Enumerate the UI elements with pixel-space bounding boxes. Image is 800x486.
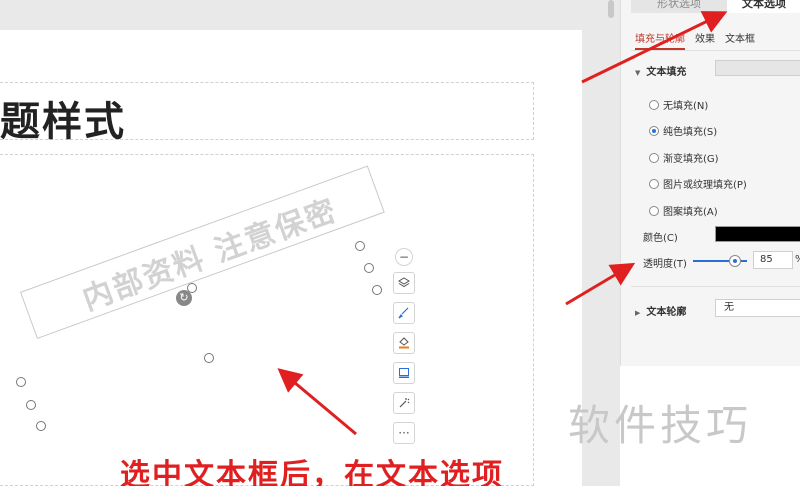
title-placeholder[interactable]: 题样式: [0, 82, 534, 145]
radio-gradient-fill[interactable]: 渐变填充(G): [649, 150, 719, 165]
subtab-fill-outline[interactable]: 填充与轮廓: [635, 30, 685, 50]
resize-handle[interactable]: [204, 353, 214, 363]
workspace: 题样式 内部资料 注意保密 ↻ − ···: [0, 0, 620, 486]
expand-triangle-icon: ▶: [635, 309, 641, 317]
collapse-triangle-icon: ▼: [635, 69, 641, 77]
divider: [631, 286, 800, 287]
magic-icon[interactable]: [393, 392, 415, 414]
percent-unit: %: [795, 254, 800, 265]
color-label: 颜色(C): [643, 233, 678, 244]
subtab-textbox[interactable]: 文本框: [725, 30, 755, 50]
radio-label: 图案填充(A): [663, 207, 718, 218]
resize-handle[interactable]: [364, 263, 374, 273]
radio-pattern-fill[interactable]: 图案填充(A): [649, 203, 718, 218]
radio-label: 无填充(N): [663, 101, 709, 112]
instruction-caption: 选中文本框后，在文本选项: [120, 458, 504, 486]
radio-solid-fill[interactable]: 纯色填充(S): [649, 123, 717, 138]
transparency-slider-thumb[interactable]: [729, 255, 741, 267]
divider: [631, 50, 800, 51]
tab-text-options[interactable]: 文本选项: [727, 0, 800, 13]
property-panel: 形状选项 文本选项 填充与轮廓 效果 文本框 ▼ 文本填充 无填充(N) 纯色填充…: [620, 0, 800, 366]
tab-shape-options[interactable]: 形状选项: [631, 0, 727, 13]
transparency-label: 透明度(T): [643, 259, 687, 270]
subtab-effect[interactable]: 效果: [695, 30, 715, 50]
radio-label: 渐变填充(G): [663, 154, 719, 165]
rotate-handle-icon[interactable]: ↻: [176, 290, 192, 306]
resize-handle[interactable]: [36, 421, 46, 431]
text-fill-section[interactable]: ▼ 文本填充: [635, 63, 686, 78]
brush-icon[interactable]: [393, 302, 415, 324]
resize-handle[interactable]: [355, 241, 365, 251]
scrollbar[interactable]: [608, 0, 614, 18]
radio-button[interactable]: [649, 205, 659, 216]
panel-tabs: 形状选项 文本选项: [621, 0, 800, 14]
color-picker[interactable]: [715, 226, 800, 242]
text-outline-section[interactable]: ▶ 文本轮廓: [635, 303, 686, 318]
corner-watermark: 软件技巧: [568, 401, 753, 450]
radio-label: 图片或纹理填充(P): [663, 180, 747, 191]
layers-icon[interactable]: [393, 272, 415, 294]
floating-toolbar: − ···: [393, 248, 415, 452]
more-icon[interactable]: ···: [393, 422, 415, 444]
radio-button[interactable]: [649, 178, 659, 189]
frame-icon[interactable]: [393, 362, 415, 384]
fill-icon[interactable]: [393, 332, 415, 354]
slide-title: 题样式: [0, 99, 126, 145]
transparency-input[interactable]: 85: [753, 251, 793, 269]
text-fill-title: 文本填充: [646, 67, 687, 78]
radio-picture-fill[interactable]: 图片或纹理填充(P): [649, 176, 747, 191]
radio-button[interactable]: [649, 152, 659, 163]
panel-subtabs: 填充与轮廓 效果 文本框: [635, 30, 755, 50]
radio-label: 纯色填充(S): [663, 127, 718, 138]
resize-handle[interactable]: [372, 285, 382, 295]
radio-no-fill[interactable]: 无填充(N): [649, 97, 708, 112]
radio-button[interactable]: [649, 125, 659, 136]
slide-canvas[interactable]: 题样式: [0, 30, 582, 486]
radio-button[interactable]: [649, 99, 659, 110]
collapse-icon[interactable]: −: [395, 248, 413, 266]
text-outline-select[interactable]: 无: [715, 299, 800, 317]
resize-handle[interactable]: [26, 400, 36, 410]
text-fill-color-preview[interactable]: [715, 60, 800, 76]
text-outline-title: 文本轮廓: [646, 307, 687, 318]
resize-handle[interactable]: [16, 377, 26, 387]
